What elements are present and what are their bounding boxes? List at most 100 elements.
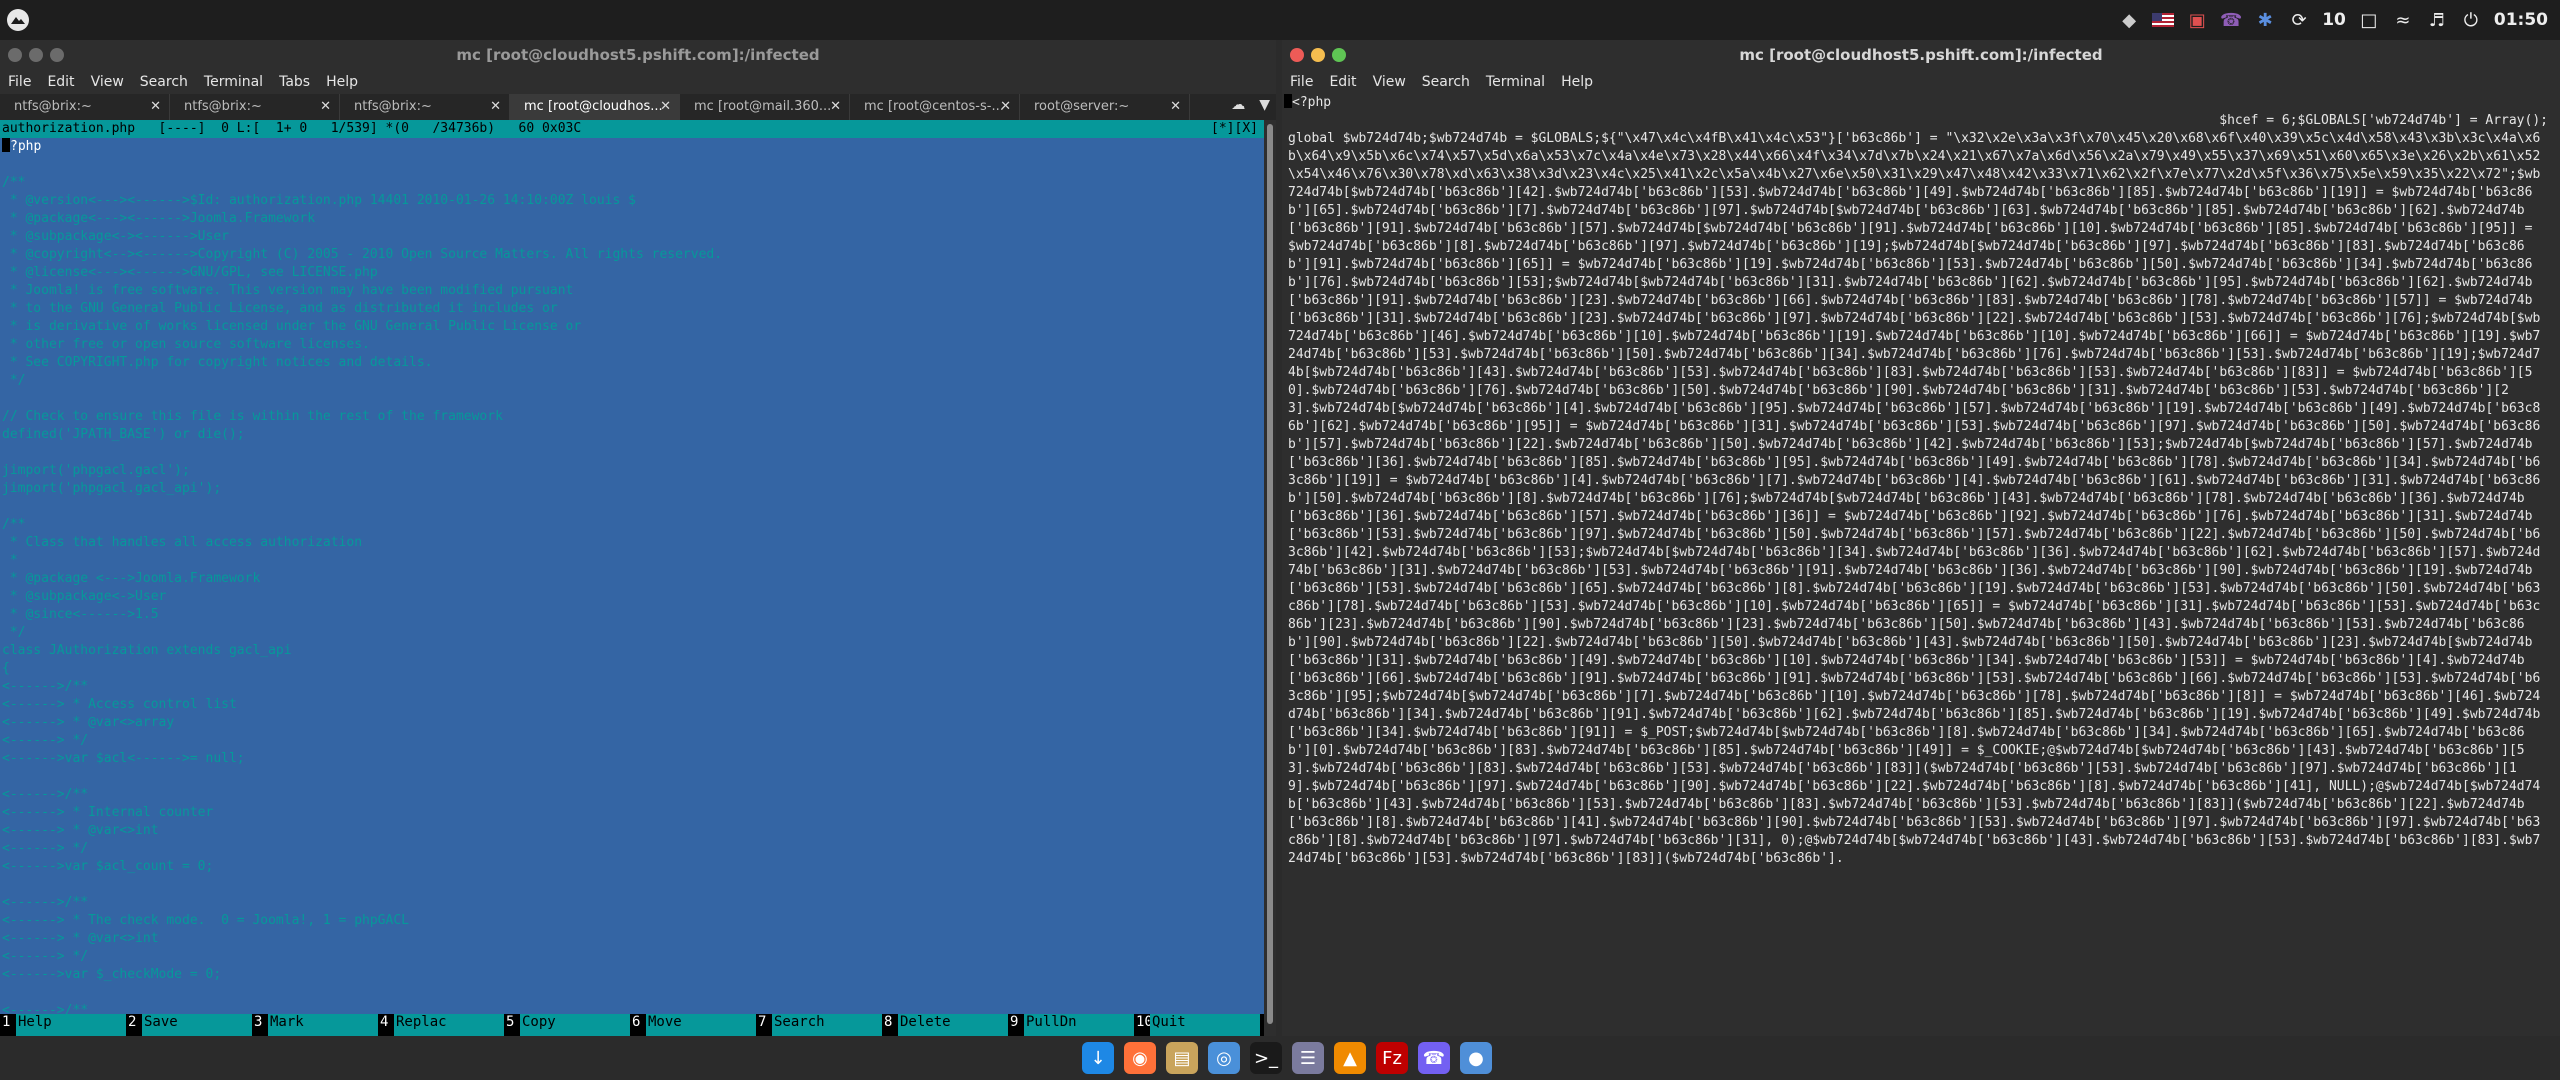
close-tab-icon[interactable]: ✕	[1170, 94, 1181, 120]
menu-terminal[interactable]: Terminal	[204, 74, 263, 90]
terminal-icon[interactable]: >_	[1250, 1042, 1282, 1074]
menu-terminal[interactable]: Terminal	[1486, 74, 1545, 90]
download-icon[interactable]: ↓	[1082, 1042, 1114, 1074]
tab-label: mc [root@centos-s-...	[864, 99, 1004, 114]
wifi-icon[interactable]: ≈	[2392, 9, 2414, 31]
menu-help[interactable]: Help	[326, 74, 358, 90]
menu-search[interactable]: Search	[1422, 74, 1470, 90]
bluetooth-icon[interactable]: ✱	[2254, 9, 2276, 31]
close-tab-icon[interactable]: ✕	[660, 94, 671, 120]
maximize-button[interactable]	[50, 48, 64, 62]
tweaks-icon[interactable]: ☰	[1292, 1042, 1324, 1074]
water-drop-icon[interactable]: ●	[1460, 1042, 1492, 1074]
code-area[interactable]: ?php /** * @version<---><------>$Id: aut…	[0, 138, 1264, 1036]
code-first-line: $hcef = 6;$GLOBALS['wb724d74b'] = Array(…	[2219, 113, 2548, 128]
tab-label: mc [root@cloudhos...	[524, 99, 663, 114]
menu-tabs[interactable]: Tabs	[279, 74, 310, 90]
fkey-quit[interactable]: 10 Quit	[1134, 1014, 1260, 1036]
tab-label: root@server:~	[1034, 99, 1130, 114]
fkey-save[interactable]: 2 Save	[126, 1014, 252, 1036]
code-line: * @package <--->Joomla.Framework	[2, 571, 261, 586]
fkey-delete[interactable]: 8 Delete	[882, 1014, 1008, 1036]
close-tab-icon[interactable]: ✕	[490, 94, 501, 120]
viber-icon[interactable]: ☎	[1418, 1042, 1450, 1074]
tab-mc-centos[interactable]: mc [root@centos-s-... ✕	[850, 94, 1020, 120]
close-tab-icon[interactable]: ✕	[830, 94, 841, 120]
minimize-button[interactable]	[29, 48, 43, 62]
maximize-button[interactable]	[1332, 48, 1346, 62]
power-icon[interactable]: ⏻	[2460, 9, 2482, 31]
activities-logo-icon[interactable]	[6, 8, 30, 32]
menu-help[interactable]: Help	[1561, 74, 1593, 90]
fkey-search[interactable]: 7 Search	[756, 1014, 882, 1036]
fkey-copy[interactable]: 5 Copy	[504, 1014, 630, 1036]
fkey-move[interactable]: 6 Move	[630, 1014, 756, 1036]
minimize-button[interactable]	[1311, 48, 1325, 62]
tab-list-chevron-down-icon[interactable]: ▼	[1259, 97, 1270, 113]
tab-mc-cloudhost[interactable]: mc [root@cloudhos... ✕	[510, 94, 680, 120]
code-line: <------> */	[2, 733, 89, 748]
volume-icon[interactable]: ♬	[2426, 9, 2448, 31]
menu-search[interactable]: Search	[140, 74, 188, 90]
fkey-help[interactable]: 1 Help	[0, 1014, 126, 1036]
status-buttons[interactable]: [*][X]	[1211, 120, 1258, 138]
notification-icon[interactable]: □	[2358, 9, 2380, 31]
fkey-number: 4	[380, 1014, 389, 1030]
code-line: */	[2, 373, 26, 388]
menu-view[interactable]: View	[1373, 74, 1406, 90]
menu-file[interactable]: File	[8, 74, 31, 90]
clock[interactable]: 01:50	[2494, 10, 2548, 30]
tab-mc-mail[interactable]: mc [root@mail.360... ✕	[680, 94, 850, 120]
window-titlebar[interactable]: mc [root@cloudhost5.pshift.com]:/infecte…	[0, 40, 1276, 70]
firefox-icon[interactable]: ◉	[1124, 1042, 1156, 1074]
tab-label: ntfs@brix:~	[14, 99, 92, 114]
tab-ntfs-1[interactable]: ntfs@brix:~ ✕	[0, 94, 170, 120]
scrollbar[interactable]	[1264, 120, 1276, 1036]
vlc-icon[interactable]: ▲	[1334, 1042, 1366, 1074]
code-body: global $wb724d74b;$wb724d74b = $GLOBALS;…	[1288, 131, 2541, 866]
terminal-output[interactable]: <?php $hcef = 6;$GLOBALS['wb724d74b'] = …	[1282, 94, 2560, 1036]
window-titlebar[interactable]: mc [root@cloudhost5.pshift.com]:/infecte…	[1282, 40, 2560, 70]
fkey-mark[interactable]: 3 Mark	[252, 1014, 378, 1036]
code-line: <------>/**	[2, 895, 89, 910]
code-line: // Check to ensure this file is within t…	[2, 409, 503, 424]
chrome-icon[interactable]: ◎	[1208, 1042, 1240, 1074]
fkey-pulldn[interactable]: 9 PullDn	[1008, 1014, 1134, 1036]
mcedit-editor[interactable]: authorization.php [----] 0 L:[ 1+ 0 1/53…	[0, 120, 1264, 1036]
close-button[interactable]	[1290, 48, 1304, 62]
tab-root-server[interactable]: root@server:~ ✕	[1020, 94, 1190, 120]
code-line: * @copyright<--><------>Copyright (C) 20…	[2, 247, 723, 262]
close-tab-icon[interactable]: ✕	[1000, 94, 1011, 120]
menu-file[interactable]: File	[1290, 74, 1313, 90]
code-line: * @since<------>1.5	[2, 607, 159, 622]
scrollbar-thumb[interactable]	[1267, 124, 1273, 1024]
fkey-number: 10	[1136, 1014, 1153, 1030]
close-button[interactable]	[8, 48, 22, 62]
files-icon[interactable]: ▤	[1166, 1042, 1198, 1074]
fkey-label: Move	[646, 1014, 756, 1036]
new-tab-icon[interactable]: ☁	[1231, 97, 1245, 113]
code-line: * @subpackage<->User	[2, 589, 167, 604]
code-line: * See COPYRIGHT.php for copyright notice…	[2, 355, 433, 370]
code-line: * @license<---><------>GNU/GPL, see LICE…	[2, 265, 378, 280]
tab-label: mc [root@mail.360...	[694, 99, 832, 114]
menu-edit[interactable]: Edit	[47, 74, 74, 90]
tab-ntfs-2[interactable]: ntfs@brix:~ ✕	[170, 94, 340, 120]
updates-icon[interactable]: ⟳	[2288, 9, 2310, 31]
close-tab-icon[interactable]: ✕	[320, 94, 331, 120]
keyboard-layout-flag-icon[interactable]	[2152, 9, 2175, 31]
filezilla-icon[interactable]: Fz	[1376, 1042, 1408, 1074]
menu-view[interactable]: View	[91, 74, 124, 90]
viber-tray-icon[interactable]: ☎	[2220, 9, 2242, 31]
code-line: {	[2, 661, 10, 676]
tab-ntfs-3[interactable]: ntfs@brix:~ ✕	[340, 94, 510, 120]
close-tab-icon[interactable]: ✕	[150, 94, 161, 120]
calendar-icon[interactable]: ▣	[2186, 9, 2208, 31]
bookmark-icon[interactable]: ◆	[2118, 9, 2140, 31]
fkey-number: 2	[128, 1014, 137, 1030]
menu-edit[interactable]: Edit	[1329, 74, 1356, 90]
fkey-replac[interactable]: 4 Replac	[378, 1014, 504, 1036]
tab-label: ntfs@brix:~	[354, 99, 432, 114]
